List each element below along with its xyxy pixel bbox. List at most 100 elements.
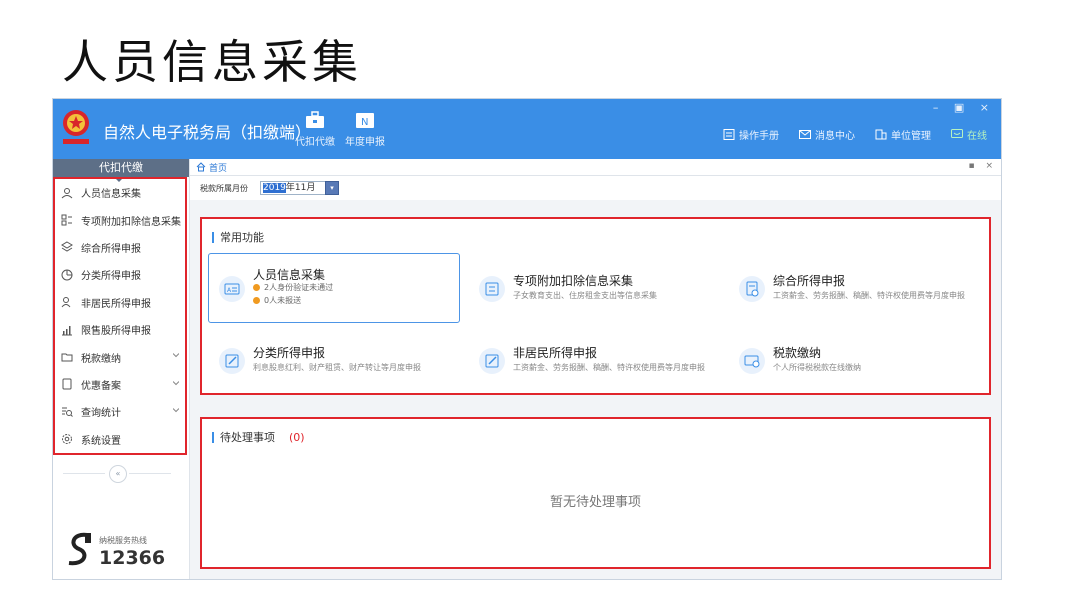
card-tax-payment[interactable]: 税款缴纳 个人所得税税款在线缴纳	[728, 325, 980, 395]
card-title: 税款缴纳	[773, 346, 822, 360]
sidebar-item-label: 非居民所得申报	[81, 298, 151, 310]
pending-items-label: 待处理事项	[220, 431, 275, 444]
card-description: 工资薪金、劳务报酬、稿酬、特许权使用费等月度申报	[773, 291, 965, 300]
online-label: 在线	[967, 131, 987, 142]
hotline: 纳税服务热线 12366	[63, 531, 183, 575]
title-accent-bar	[212, 231, 214, 243]
list-icon	[61, 214, 72, 226]
manual-label: 操作手册	[739, 131, 779, 142]
id-card-icon: A	[219, 276, 245, 302]
sidebar-item-settings[interactable]: 系统设置	[55, 426, 185, 453]
card-nonresident-income[interactable]: 非居民所得申报 工资薪金、劳务报酬、稿酬、特许权使用费等月度申报	[468, 325, 720, 395]
chevron-down-icon	[173, 353, 179, 358]
sidebar-item-label: 专项附加扣除信息采集	[81, 216, 181, 228]
svg-text:N: N	[361, 117, 368, 128]
sidebar-item-personnel[interactable]: 人员信息采集	[55, 179, 185, 206]
period-month: 年11月	[285, 183, 316, 193]
period-label: 税款所属月份	[200, 183, 248, 193]
chevron-down-icon	[173, 380, 179, 385]
pending-items-panel: 待处理事项 (0) 暂无待处理事项	[200, 417, 991, 569]
card-title: 非居民所得申报	[513, 346, 598, 360]
hotline-number: 12366	[99, 547, 166, 569]
hotline-label: 纳税服务热线	[99, 536, 147, 545]
mail-icon	[799, 130, 811, 139]
card-description: 利息股息红利、财产租赁、财产转让等月度申报	[253, 363, 421, 372]
card-description: 子女教育支出、住房租金支出等信息采集	[513, 291, 657, 300]
app-title: 自然人电子税务局（扣缴端）	[103, 123, 312, 142]
sidebar-item-query[interactable]: 查询统计	[55, 398, 185, 425]
query-icon	[62, 407, 73, 417]
period-year: 2019	[263, 183, 286, 193]
sidebar-item-label: 限售股所得申报	[81, 326, 151, 338]
app-window: 自然人电子税务局（扣缴端） 代扣代缴 N 年度申报 – ▣ × 操作手册 消息中…	[52, 98, 1002, 580]
sidebar-item-label: 查询统计	[81, 408, 121, 420]
card-personnel-collection[interactable]: A 人员信息采集 2人身份验证未通过 0人未报送	[208, 253, 460, 323]
sidebar-nav: 人员信息采集 专项附加扣除信息采集 综合所得申报 分类所得申报 非居民所得申报 …	[53, 177, 187, 455]
title-accent-bar	[212, 431, 214, 443]
manual-link[interactable]: 操作手册	[723, 127, 779, 142]
online-status[interactable]: 在线	[951, 127, 987, 142]
toolbar-annual-label: 年度申报	[345, 137, 385, 148]
divider	[129, 473, 171, 474]
sidebar: 代扣代缴 人员信息采集 专项附加扣除信息采集 综合所得申报 分类所得申报 非居民…	[53, 159, 190, 579]
sidebar-item-restricted-shares[interactable]: 限售股所得申报	[55, 316, 185, 343]
window-controls[interactable]: – ▣ ×	[933, 101, 995, 114]
tab-controls[interactable]: ▪ ×	[968, 161, 997, 171]
folder-icon	[61, 353, 73, 362]
card-title: 专项附加扣除信息采集	[513, 274, 634, 288]
pending-items-title: 待处理事项 (0)	[212, 429, 305, 445]
sidebar-item-classified[interactable]: 分类所得申报	[55, 261, 185, 288]
pending-empty-text: 暂无待处理事项	[549, 495, 641, 510]
toolbar-withholding-button[interactable]: 代扣代缴	[291, 111, 339, 148]
common-functions-label: 常用功能	[220, 231, 264, 244]
tab-bar: 首页 ▪ ×	[190, 159, 1001, 176]
message-center-label: 消息中心	[815, 131, 855, 142]
card-comprehensive-income[interactable]: 综合所得申报 工资薪金、劳务报酬、稿酬、特许权使用费等月度申报	[728, 253, 980, 323]
collapse-sidebar-button[interactable]: «	[109, 465, 127, 483]
sidebar-item-label: 税款缴纳	[81, 353, 121, 365]
period-input[interactable]: 2019年11月 ▾	[260, 181, 339, 195]
main-content: 首页 ▪ × 税款所属月份 2019年11月 ▾ 常用功能 A 人员信息采集 2…	[190, 159, 1001, 579]
toolbar-annual-button[interactable]: N 年度申报	[341, 111, 389, 148]
card-description: 工资薪金、劳务报酬、稿酬、特许权使用费等月度申报	[513, 363, 705, 372]
document-icon	[62, 378, 72, 390]
card-status-line: 2人身份验证未通过	[253, 282, 333, 293]
sidebar-item-tax-payment[interactable]: 税款缴纳	[55, 343, 185, 370]
online-icon	[951, 129, 963, 138]
pending-count: (0)	[289, 430, 305, 444]
sidebar-item-comprehensive[interactable]: 综合所得申报	[55, 234, 185, 261]
briefcase-icon	[306, 111, 324, 128]
person-outline-icon	[61, 297, 71, 308]
common-functions-title: 常用功能	[212, 229, 264, 245]
card-title: 综合所得申报	[773, 274, 846, 288]
card-classified-income[interactable]: 分类所得申报 利息股息红利、财产租赁、财产转让等月度申报	[208, 325, 460, 395]
card-status-text: 0人未报送	[264, 296, 302, 305]
message-center-link[interactable]: 消息中心	[799, 127, 855, 142]
annual-report-icon: N	[356, 113, 374, 128]
sidebar-item-label: 系统设置	[81, 435, 121, 447]
hotline-logo-icon	[68, 532, 91, 566]
bar-chart-icon	[62, 325, 72, 336]
payment-icon	[739, 348, 765, 374]
top-bar: 自然人电子税务局（扣缴端） 代扣代缴 N 年度申报 – ▣ × 操作手册 消息中…	[53, 99, 1001, 159]
gear-icon	[62, 434, 72, 445]
national-emblem-icon	[63, 110, 89, 144]
divider	[63, 473, 105, 474]
common-functions-panel: 常用功能 A 人员信息采集 2人身份验证未通过 0人未报送 专项附加扣除信息采集…	[200, 217, 991, 395]
sidebar-item-nonresident[interactable]: 非居民所得申报	[55, 289, 185, 316]
card-special-deduction[interactable]: 专项附加扣除信息采集 子女教育支出、住房租金支出等信息采集	[468, 253, 720, 323]
chevron-down-icon	[173, 408, 179, 413]
org-management-link[interactable]: 单位管理	[875, 127, 931, 142]
sidebar-item-label: 优惠备案	[81, 380, 121, 392]
tab-home[interactable]: 首页	[209, 161, 227, 174]
sidebar-item-label: 分类所得申报	[81, 271, 141, 283]
card-title: 分类所得申报	[253, 346, 326, 360]
sidebar-item-label: 人员信息采集	[81, 189, 141, 201]
sidebar-item-special-deduction[interactable]: 专项附加扣除信息采集	[55, 206, 185, 233]
calendar-dropdown-icon[interactable]: ▾	[325, 181, 339, 195]
sidebar-item-preferential[interactable]: 优惠备案	[55, 371, 185, 398]
org-management-label: 单位管理	[891, 131, 931, 142]
deduction-icon	[479, 276, 505, 302]
edit-icon	[479, 348, 505, 374]
edit-icon	[219, 348, 245, 374]
